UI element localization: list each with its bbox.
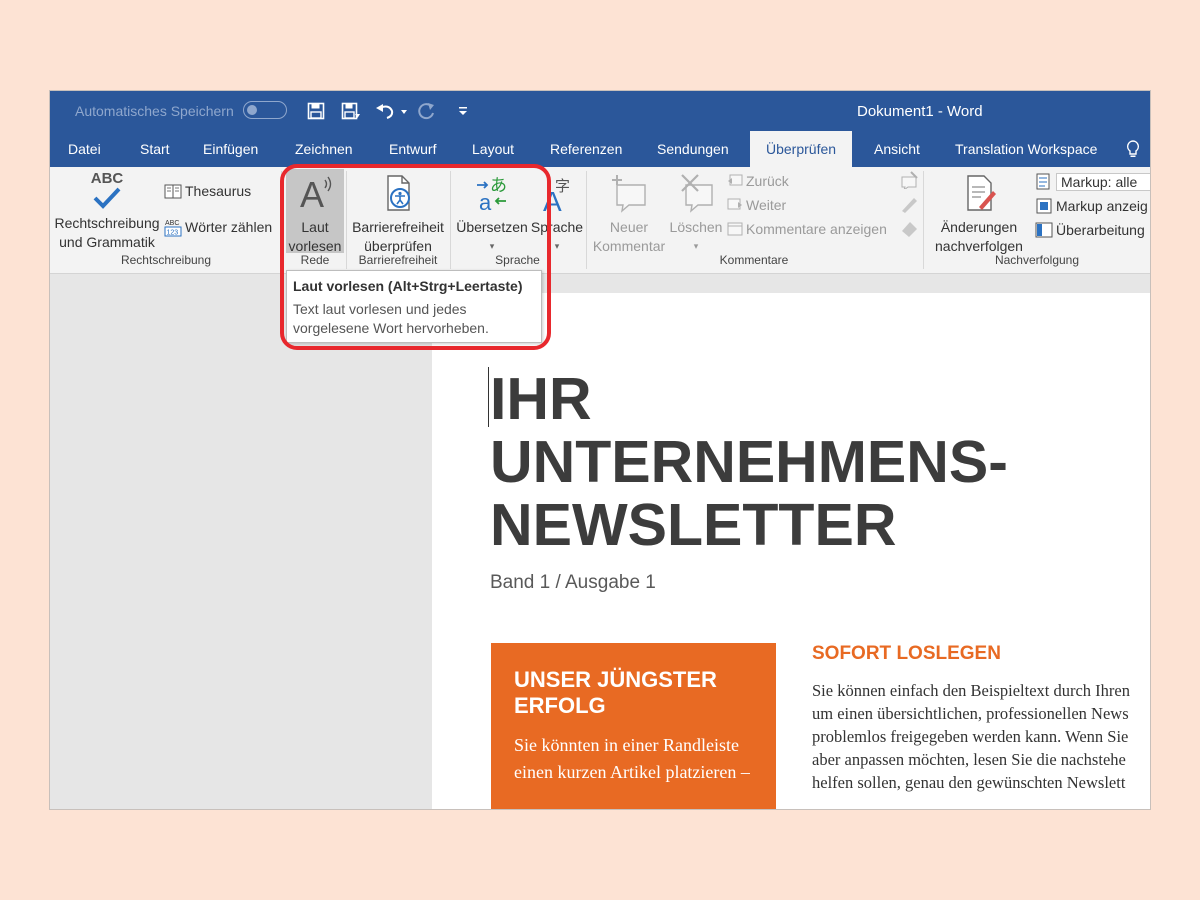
group-label-nachverfolgung: Nachverfolgung bbox=[994, 253, 1080, 267]
review-pane-icon bbox=[1035, 222, 1053, 238]
toggle-knob bbox=[247, 105, 257, 115]
body-line: aber anpassen möchten, lesen Sie die nac… bbox=[812, 750, 1126, 769]
body-text[interactable]: Sie können einfach den Beispieltext durc… bbox=[812, 679, 1150, 794]
tab-ansicht[interactable]: Ansicht bbox=[866, 131, 928, 167]
autosave-label: Automatisches Speichern bbox=[75, 103, 234, 119]
svg-text:123: 123 bbox=[167, 230, 179, 237]
tab-layout[interactable]: Layout bbox=[464, 131, 522, 167]
spelling-label-line2: und Grammatik bbox=[59, 234, 155, 250]
highlight-annotation bbox=[280, 164, 551, 350]
spelling-label-line1: Rechtschreibung bbox=[54, 215, 160, 231]
new-comment-label-line1: Neuer bbox=[609, 219, 649, 235]
markup-select-value: Markup: alle bbox=[1056, 173, 1150, 191]
new-comment-button[interactable]: Neuer Kommentar bbox=[587, 173, 671, 256]
track-changes-button[interactable]: Änderungen nachverfolgen bbox=[924, 173, 1034, 256]
body-line: helfen sollen, genau den gewünschten New… bbox=[812, 773, 1126, 792]
group-label-kommentare: Kommentare bbox=[719, 253, 789, 267]
checkmark-icon bbox=[93, 187, 121, 209]
show-comments-button[interactable]: Kommentare anzeigen bbox=[727, 221, 887, 237]
title-bar: Automatisches Speichern Dokument1 - Word bbox=[50, 91, 1150, 131]
headline-line-3: NEWSLETTER bbox=[490, 492, 897, 558]
tab-zeichnen[interactable]: Zeichnen bbox=[287, 131, 361, 167]
track-changes-icon bbox=[967, 175, 996, 211]
markup-icon bbox=[1036, 173, 1050, 190]
markup-select[interactable]: Markup: alle bbox=[1035, 173, 1150, 191]
svg-text:ABC: ABC bbox=[165, 220, 179, 227]
sidebar-box[interactable]: UNSER JÜNGSTER ERFOLG Sie könnten in ein… bbox=[491, 643, 776, 809]
ribbon-tabs: Datei Start Einfügen Zeichnen Entwurf La… bbox=[50, 131, 1150, 167]
show-markup-label: Markup anzeig bbox=[1056, 198, 1148, 214]
undo-icon[interactable] bbox=[373, 100, 409, 122]
word-count-label: Wörter zählen bbox=[185, 219, 273, 235]
next-comment-button[interactable]: Weiter bbox=[727, 197, 786, 213]
group-label-rechtschreibung: Rechtschreibung bbox=[120, 253, 212, 267]
tab-entwurf[interactable]: Entwurf bbox=[381, 131, 444, 167]
thesaurus-label: Thesaurus bbox=[185, 183, 252, 199]
save-icon[interactable] bbox=[305, 100, 327, 122]
eraser-icon[interactable] bbox=[899, 219, 919, 242]
show-markup-button[interactable]: Markup anzeig bbox=[1035, 197, 1148, 215]
word-count-icon: ABC 123 bbox=[164, 220, 182, 237]
word-window: Automatisches Speichern Dokument1 - Word… bbox=[50, 91, 1150, 809]
thesaurus-icon bbox=[164, 184, 182, 198]
body-line: um einen übersichtlichen, professionelle… bbox=[812, 704, 1129, 723]
sidebar-text: Sie könnten in einer Randleiste einen ku… bbox=[514, 735, 750, 782]
previous-comment-button[interactable]: Zurück bbox=[727, 173, 789, 189]
tab-translation-workspace[interactable]: Translation Workspace bbox=[947, 131, 1105, 167]
customize-qat-icon[interactable] bbox=[452, 100, 474, 122]
show-comments-label: Kommentare anzeigen bbox=[746, 221, 887, 237]
delete-comment-label: Löschen bbox=[669, 219, 723, 235]
ribbon: ABC Rechtschreibung und Grammatik Thesau… bbox=[50, 167, 1150, 274]
previous-comment-label: Zurück bbox=[746, 173, 789, 189]
next-comment-label: Weiter bbox=[746, 197, 787, 213]
sidebar-title-line-2: ERFOLG bbox=[514, 693, 606, 718]
text-cursor bbox=[488, 367, 489, 427]
thesaurus-button[interactable]: Thesaurus bbox=[164, 183, 251, 199]
review-pane-button[interactable]: Überarbeitung bbox=[1035, 221, 1145, 239]
svg-text:字: 字 bbox=[555, 177, 570, 195]
sidebar-title-line-1: UNSER JÜNGSTER bbox=[514, 667, 717, 692]
redo-icon[interactable] bbox=[416, 100, 438, 122]
section-title[interactable]: SOFORT LOSLEGEN bbox=[812, 643, 1001, 665]
tab-start[interactable]: Start bbox=[132, 131, 178, 167]
body-line: problemlos freigegeben werden kann. Wenn… bbox=[812, 727, 1129, 746]
tab-sendungen[interactable]: Sendungen bbox=[649, 131, 737, 167]
next-comment-icon bbox=[727, 198, 742, 210]
save-as-icon[interactable] bbox=[340, 100, 362, 122]
delete-comment-icon bbox=[681, 174, 713, 213]
pen-icon[interactable] bbox=[899, 195, 919, 218]
document-title: Dokument1 - Word bbox=[857, 103, 983, 120]
headline-line-2: UNTERNEHMENS- bbox=[490, 429, 1008, 495]
spelling-grammar-button[interactable]: ABC Rechtschreibung und Grammatik bbox=[52, 171, 162, 252]
delete-comment-button[interactable]: Löschen ▾ bbox=[669, 173, 723, 256]
issue-subtitle[interactable]: Band 1 / Ausgabe 1 bbox=[490, 572, 656, 594]
new-comment-icon bbox=[612, 175, 646, 213]
document-page[interactable]: IHR UNTERNEHMENS- NEWSLETTER Band 1 / Au… bbox=[432, 293, 1150, 809]
show-markup-icon bbox=[1036, 198, 1052, 214]
tab-referenzen[interactable]: Referenzen bbox=[542, 131, 630, 167]
show-comments-icon bbox=[727, 222, 743, 236]
ink-comment-icon[interactable] bbox=[899, 171, 919, 194]
review-pane-label: Überarbeitung bbox=[1056, 222, 1145, 238]
track-changes-label-line1: Änderungen bbox=[940, 219, 1018, 235]
abc-label: ABC bbox=[90, 170, 124, 187]
body-line: Sie können einfach den Beispieltext durc… bbox=[812, 681, 1130, 700]
headline-line-1: IHR bbox=[490, 366, 592, 432]
newsletter-headline[interactable]: IHR UNTERNEHMENS- NEWSLETTER bbox=[490, 368, 1130, 557]
tab-ueberpruefen[interactable]: Überprüfen bbox=[750, 131, 853, 167]
lightbulb-icon[interactable] bbox=[1125, 139, 1141, 164]
sidebar-title: UNSER JÜNGSTER ERFOLG bbox=[514, 667, 717, 719]
autosave-toggle[interactable] bbox=[243, 101, 287, 119]
word-count-button[interactable]: ABC 123 Wörter zählen bbox=[164, 217, 272, 237]
previous-comment-icon bbox=[728, 174, 743, 186]
tab-einfuegen[interactable]: Einfügen bbox=[195, 131, 266, 167]
tab-datei[interactable]: Datei bbox=[60, 131, 109, 167]
